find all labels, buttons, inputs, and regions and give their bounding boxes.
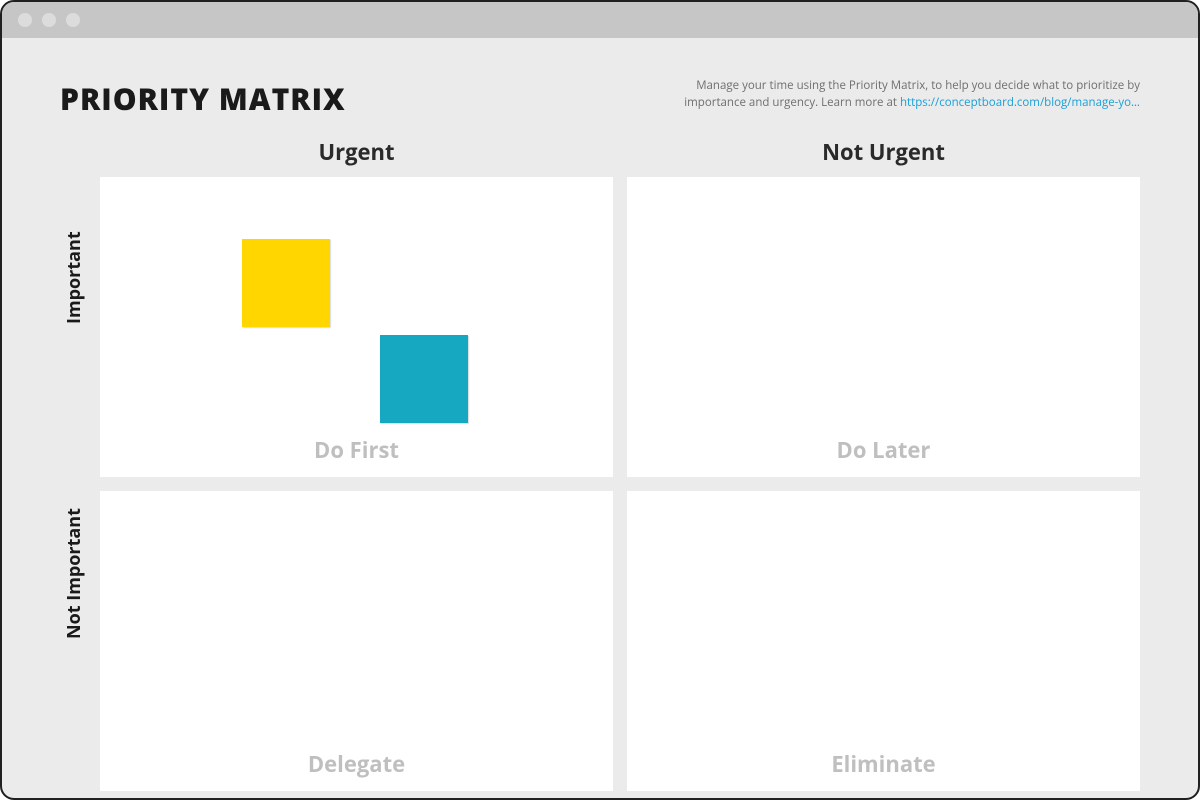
column-label-not-urgent: Not Urgent [627,137,1140,167]
header-row: PRIORITY MATRIX Manage your time using t… [60,78,1140,119]
column-label-urgent: Urgent [100,137,613,167]
window-dot-icon [42,13,56,27]
page-title: PRIORITY MATRIX [60,78,346,119]
window-dot-icon [18,13,32,27]
matrix-top-row: Do First Do Later [100,177,1140,477]
learn-more-link[interactable]: https://conceptboard.com/blog/manage-yo… [900,95,1140,110]
quadrant-caption: Do Later [627,435,1140,465]
row-label-important: Important [62,284,86,324]
quadrant-caption: Do First [100,435,613,465]
title-bar [2,2,1198,38]
browser-window: PRIORITY MATRIX Manage your time using t… [0,0,1200,800]
window-dot-icon [66,13,80,27]
row-label-not-important: Not Important [62,599,86,639]
quadrant-do-later[interactable]: Do Later [627,177,1140,477]
description: Manage your time using the Priority Matr… [660,78,1140,111]
column-labels: Urgent Not Urgent [100,137,1140,167]
quadrant-caption: Eliminate [627,749,1140,779]
teal-sticky[interactable] [380,335,468,423]
quadrant-do-first[interactable]: Do First [100,177,613,477]
priority-matrix: Urgent Not Urgent Important Not Importan… [60,137,1140,791]
quadrant-caption: Delegate [100,749,613,779]
quadrant-delegate[interactable]: Delegate [100,491,613,791]
yellow-sticky[interactable] [242,239,330,327]
quadrant-eliminate[interactable]: Eliminate [627,491,1140,791]
matrix-grid: Do First Do Later Delegate Eliminate [100,177,1140,791]
matrix-bottom-row: Delegate Eliminate [100,491,1140,791]
canvas-content: PRIORITY MATRIX Manage your time using t… [2,38,1198,798]
